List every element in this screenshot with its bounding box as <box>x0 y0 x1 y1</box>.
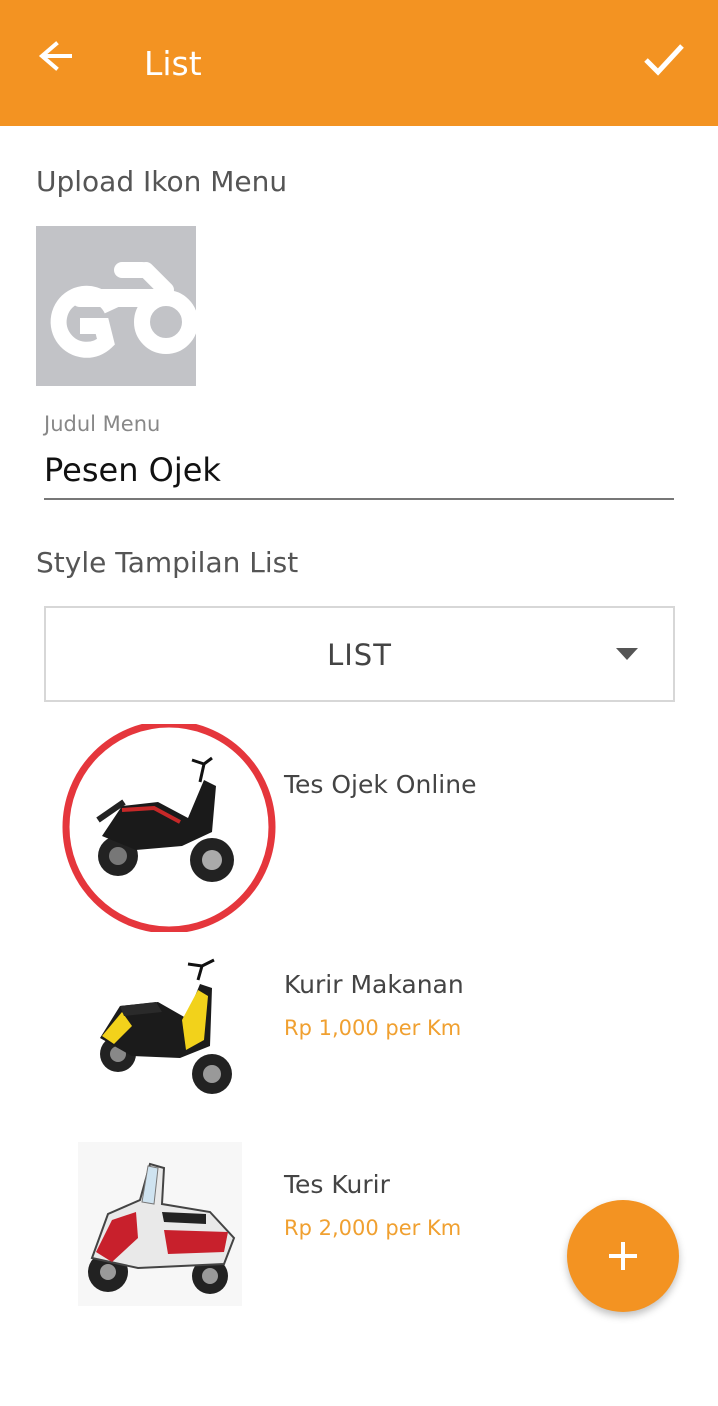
arrow-left-icon <box>38 41 72 71</box>
confirm-button[interactable] <box>636 32 690 86</box>
item-price: Rp 2,000 per Km <box>284 1216 462 1240</box>
check-icon <box>644 44 684 76</box>
item-title: Kurir Makanan <box>284 970 464 999</box>
item-title: Tes Kurir <box>284 1170 390 1199</box>
item-price: Rp 1,000 per Km <box>284 1016 462 1040</box>
title-field[interactable] <box>44 448 674 500</box>
title-field-label: Judul Menu <box>44 412 161 436</box>
upload-icon-label: Upload Ikon Menu <box>36 165 288 198</box>
style-dropdown-value: LIST <box>327 638 392 672</box>
plus-icon <box>609 1242 637 1270</box>
style-dropdown[interactable]: LIST <box>44 606 675 702</box>
list-item[interactable]: Kurir Makanan Rp 1,000 per Km <box>0 950 718 1150</box>
item-title: Tes Ojek Online <box>284 770 477 799</box>
motorbike-go-icon <box>50 262 198 358</box>
scooter-image <box>100 958 232 1094</box>
add-item-button[interactable] <box>567 1200 679 1312</box>
list-item[interactable]: Tes Ojek Online <box>0 724 718 932</box>
scooter-image <box>62 724 276 932</box>
page-title: List <box>144 44 202 83</box>
scooter-image <box>78 1142 242 1306</box>
back-button[interactable] <box>30 32 82 84</box>
app-bar: List <box>0 0 718 126</box>
style-list-label: Style Tampilan List <box>36 546 299 579</box>
menu-icon-upload[interactable] <box>36 226 198 386</box>
triangle-down-icon <box>616 648 638 660</box>
